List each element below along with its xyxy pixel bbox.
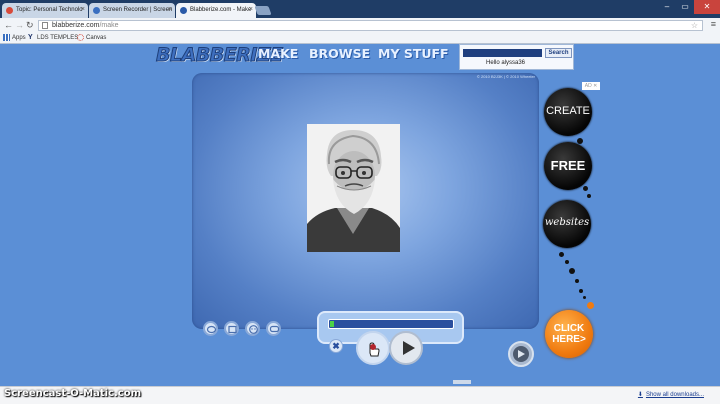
byu-y-icon: Y (28, 34, 33, 41)
delete-audio-button[interactable]: ✖ (329, 339, 343, 353)
site-search-box: Search Hello alyssa36 (459, 44, 574, 70)
forward-arrow-icon[interactable]: → (15, 20, 24, 30)
canvas-logo-icon (77, 34, 84, 41)
apps-grid-icon (3, 34, 10, 41)
tab-favicon (6, 7, 13, 14)
ad-dot (583, 186, 588, 191)
ad-dot (577, 138, 583, 144)
minimize-icon[interactable]: – (658, 0, 676, 14)
bearded-man-photo (307, 124, 400, 252)
ad-bubble-text: websites (544, 217, 590, 228)
tab-screen-recorder[interactable]: Screen Recorder | Screen × (89, 3, 175, 18)
copyright-text: © 2010 B2J3K | © 2010 Wheeler (476, 74, 535, 79)
ad-choices-label[interactable]: AD ✕ (582, 82, 600, 90)
browser-toolbar: ← → ↻ blabberize.com/make ☆ ≡ (0, 18, 720, 33)
speech-bubble-tool-2[interactable] (224, 321, 239, 336)
ad-bubble-text: FREE (550, 158, 586, 173)
back-arrow-icon[interactable]: ← (4, 20, 13, 30)
bookmark-apps[interactable]: Apps (3, 34, 26, 41)
speech-bubble-tool-4[interactable] (266, 321, 281, 336)
speech-bubble-icon (269, 325, 280, 333)
ad-dot (587, 302, 594, 309)
ad-dot (583, 296, 586, 299)
nav-make[interactable]: MAKE (258, 46, 298, 61)
nav-my-stuff[interactable]: MY STUFF (378, 46, 449, 61)
ad-bubble-text: CREATE (546, 105, 590, 117)
bookmark-star-icon[interactable]: ☆ (691, 21, 698, 30)
portrait-image[interactable] (307, 124, 400, 252)
screencast-watermark: Screencast-O-Matic.com (4, 388, 141, 399)
ad-dot (559, 252, 564, 257)
ad-dot (587, 194, 591, 198)
bookmarks-bar: Apps Y LDS TEMPLES Canvas (0, 33, 720, 44)
tab-topic[interactable]: Topic: Personal Technolo × (2, 3, 88, 18)
window-controls: – ▭ ✕ (658, 0, 720, 14)
reload-icon[interactable]: ↻ (26, 20, 34, 31)
search-input[interactable] (463, 49, 542, 57)
tab-favicon (180, 7, 187, 14)
speech-bubble-tool-1[interactable] (203, 321, 218, 336)
page-icon (42, 22, 48, 29)
ad-dot (565, 260, 569, 264)
square-shape-icon (228, 325, 237, 334)
ad-dot (575, 279, 579, 283)
close-tab-icon[interactable]: × (168, 6, 172, 13)
address-host: blabberize.com (52, 22, 100, 29)
bookmark-label: Apps (12, 34, 26, 41)
ad-dot (579, 289, 583, 293)
address-path: /make (99, 22, 119, 29)
next-icon (513, 346, 529, 362)
advertisement[interactable]: AD ✕ CREATE FREE websites CLICK HERE> (541, 82, 601, 362)
show-all-downloads-label: Show all downloads... (645, 391, 704, 398)
play-icon (403, 341, 415, 355)
tab-favicon (93, 7, 100, 14)
bookmark-lds-temples[interactable]: Y LDS TEMPLES (28, 34, 78, 41)
ad-bubble-create: CREATE (544, 88, 592, 136)
close-tab-icon[interactable]: × (81, 6, 85, 13)
user-greeting: Hello alyssa36 (486, 60, 526, 66)
tab-blabberize[interactable]: Blabberize.com - Make × (176, 3, 256, 18)
ad-bubble-websites: websites (543, 200, 591, 248)
play-button[interactable] (389, 331, 423, 365)
next-step-button[interactable] (508, 341, 534, 367)
ad-bubble-free: FREE (544, 142, 592, 190)
tab-title: Blabberize.com - Make (190, 7, 252, 13)
audio-progress-bar[interactable] (328, 319, 454, 329)
hand-cursor-icon (369, 342, 380, 357)
tab-title: Topic: Personal Technolo (16, 7, 83, 13)
address-bar[interactable]: blabberize.com/make ☆ (38, 20, 703, 31)
blabber-stage: © 2010 B2J3K | © 2010 Wheeler (192, 73, 539, 336)
speech-bubble-tool-3[interactable] (245, 321, 260, 336)
search-button[interactable]: Search (545, 48, 572, 58)
tab-title: Screen Recorder | Screen (103, 7, 173, 13)
close-tab-icon[interactable]: × (249, 6, 253, 13)
progress-fill (330, 321, 334, 327)
nav-browse[interactable]: BROWSE (309, 46, 370, 61)
chrome-menu-icon[interactable]: ≡ (711, 19, 716, 29)
ad-dot (569, 268, 575, 274)
new-tab-button[interactable] (254, 6, 272, 15)
maximize-icon[interactable]: ▭ (676, 0, 694, 14)
page-scroll-marker (453, 380, 471, 384)
bookmark-label: LDS TEMPLES (37, 34, 79, 41)
face-shape-icon (249, 325, 258, 334)
show-all-downloads-link[interactable]: ⬇ Show all downloads... (637, 391, 704, 399)
record-button[interactable] (356, 331, 390, 365)
window-close-icon[interactable]: ✕ (694, 0, 720, 14)
download-icon: ⬇ (637, 392, 643, 398)
bookmark-label: Canvas (86, 34, 107, 41)
mouth-shape-icon (206, 325, 217, 334)
click-here-button[interactable]: CLICK HERE> (545, 310, 593, 358)
browser-tab-strip: Topic: Personal Technolo × Screen Record… (0, 0, 720, 18)
bookmark-canvas[interactable]: Canvas (77, 34, 106, 41)
